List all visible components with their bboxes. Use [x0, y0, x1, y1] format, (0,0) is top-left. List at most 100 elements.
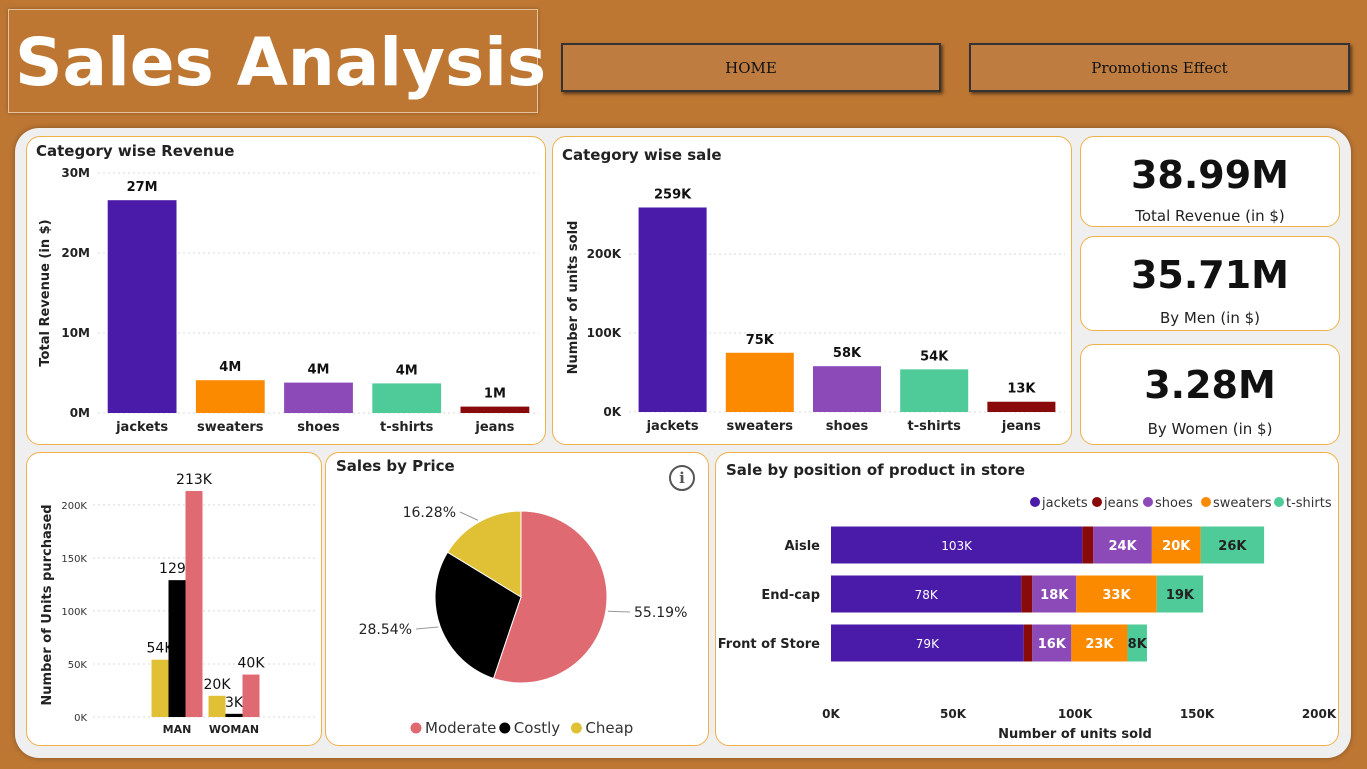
bar-woman-costly	[225, 713, 243, 717]
data-label: 26K	[1218, 539, 1247, 554]
bar-segment-jeans	[1082, 526, 1094, 564]
x-tick-label: jeans	[1001, 419, 1041, 434]
pie-data-label: 55.19%	[634, 605, 687, 621]
data-label: 213K	[176, 472, 213, 488]
y-axis-label: Number of Units purchased	[40, 504, 55, 705]
page-title: Sales Analysis	[15, 24, 547, 101]
bar-jeans	[460, 406, 530, 413]
x-tick-label: t-shirts	[907, 419, 961, 434]
data-label: 259K	[654, 187, 692, 202]
y-tick-label: 200K	[61, 501, 87, 512]
kpi-total-revenue-label: Total Revenue (in $)	[1135, 207, 1285, 225]
kpi-women-card: 3.28M By Women (in $)	[1080, 344, 1340, 445]
data-label: 20K	[1162, 539, 1191, 554]
category-revenue-chart: 0M 10M 20M 30M 27M jackets 4M sweaters 4M shoes 4M…	[38, 166, 539, 435]
bar-sweaters	[195, 380, 265, 413]
data-label: 23K	[1085, 637, 1114, 652]
x-tick-label: jackets	[115, 420, 168, 435]
category-sale-card: Category wise sale 0K 100K 200K 259K jackets…	[552, 136, 1072, 445]
sales-by-price-card: Sales by Price i 55.19% 28.54% 16.28% Moder…	[325, 452, 709, 746]
x-tick-label: 100K	[1058, 707, 1093, 721]
x-tick-label: 0K	[822, 707, 840, 721]
data-label: 19K	[1166, 588, 1195, 603]
x-tick-label: t-shirts	[380, 420, 434, 435]
legend-label-sweaters: sweaters	[1213, 496, 1272, 511]
bar-t-shirts	[900, 369, 969, 412]
data-label: 40K	[238, 656, 266, 672]
y-tick-label: 200K	[587, 247, 622, 261]
data-label: 75K	[746, 333, 775, 348]
x-tick-label: jackets	[646, 419, 699, 434]
pie-data-label: 28.54%	[359, 622, 412, 638]
data-label: 33K	[1102, 588, 1131, 603]
legend-marker-costly	[499, 722, 511, 734]
legend-marker-shoes	[1143, 497, 1153, 507]
data-label: 54K	[920, 349, 949, 364]
bar-jackets	[638, 207, 707, 412]
legend-label-jackets: jackets	[1041, 496, 1088, 511]
y-tick-label: End-cap	[761, 588, 820, 603]
kpi-women-value: 3.28M	[1144, 363, 1276, 407]
data-label: 4M	[396, 363, 418, 378]
y-tick-label: 0M	[70, 406, 90, 420]
pie-leader-line	[415, 626, 439, 630]
y-tick-label: 100K	[61, 607, 87, 618]
y-tick-label: 50K	[68, 660, 88, 671]
kpi-men-label: By Men (in $)	[1159, 309, 1261, 327]
data-label: 16K	[1038, 637, 1067, 652]
kpi-total-revenue-card: 38.99M Total Revenue (in $)	[1080, 136, 1340, 227]
data-label: 4M	[308, 363, 330, 378]
kpi-total-revenue-value: 38.99M	[1130, 153, 1289, 197]
kpi-men-card: 35.71M By Men (in $)	[1080, 236, 1340, 331]
x-tick-label: WOMAN	[209, 723, 259, 736]
legend-marker-moderate	[410, 722, 422, 734]
legend-marker-jeans	[1092, 497, 1102, 507]
legend-label-t-shirts: t-shirts	[1286, 496, 1332, 511]
y-tick-label: 100K	[587, 326, 622, 340]
bar-jeans	[987, 401, 1056, 412]
bar-woman-moderate	[242, 674, 260, 717]
x-axis-label: Number of units sold	[998, 727, 1152, 742]
x-tick-label: shoes	[826, 419, 869, 434]
position-sale-chart: Aisle 103K 24K 20K 26K End-cap 78K 18K 33K 19K Fro…	[718, 496, 1337, 742]
legend-label-cheap: Cheap	[585, 719, 633, 737]
y-tick-label: 20M	[61, 246, 90, 260]
data-label: 4M	[219, 360, 241, 375]
bar-shoes	[812, 366, 882, 412]
bar-man-cheap	[151, 659, 169, 717]
y-axis-label: Total Revenue (in $)	[38, 219, 53, 366]
y-tick-label: 10M	[61, 326, 90, 340]
x-tick-label: sweaters	[727, 419, 794, 434]
x-tick-label: 200K	[1302, 707, 1337, 721]
legend-label-shoes: shoes	[1155, 496, 1193, 511]
y-axis-label: Number of units sold	[566, 221, 581, 375]
home-button[interactable]: HOME	[561, 43, 941, 92]
pie-leader-line	[459, 511, 479, 521]
legend-marker-t-shirts	[1274, 497, 1284, 507]
bar-jackets	[107, 200, 177, 413]
data-label: 18K	[1040, 588, 1069, 603]
category-sale-chart: 0K 100K 200K 259K jackets 75K sweaters 58K shoes…	[566, 187, 1065, 434]
x-tick-label: sweaters	[197, 420, 264, 435]
gender-units-card: 0K 50K 100K 150K 200K 54K 129K 213K MAN 20K 3K 40K W…	[26, 452, 322, 746]
title-box: Sales Analysis	[8, 9, 546, 113]
y-tick-label: 0K	[603, 405, 621, 419]
position-sale-card: Sale by position of product in store Ais…	[715, 452, 1339, 746]
y-tick-label: 30M	[61, 166, 90, 180]
data-label: 8K	[1128, 637, 1148, 652]
promotions-effect-button[interactable]: Promotions Effect	[969, 43, 1350, 92]
kpi-women-label: By Women (in $)	[1147, 420, 1273, 438]
x-tick-label: shoes	[297, 420, 340, 435]
data-label: 1M	[484, 387, 506, 402]
data-label: 27M	[127, 180, 158, 195]
legend-marker-jackets	[1030, 497, 1040, 507]
legend-label-moderate: Moderate	[425, 719, 496, 737]
y-tick-label: Front of Store	[718, 637, 820, 652]
bar-man-moderate	[185, 491, 203, 717]
data-label: 3K	[225, 695, 244, 711]
bar-segment-jeans	[1021, 575, 1033, 613]
category-revenue-card: Category wise Revenue 0M 10M 20M 30M 27M jack…	[26, 136, 546, 445]
legend-label-costly: Costly	[514, 719, 561, 737]
bar-segment-jeans	[1023, 624, 1033, 662]
pie-data-label: 16.28%	[403, 505, 456, 521]
